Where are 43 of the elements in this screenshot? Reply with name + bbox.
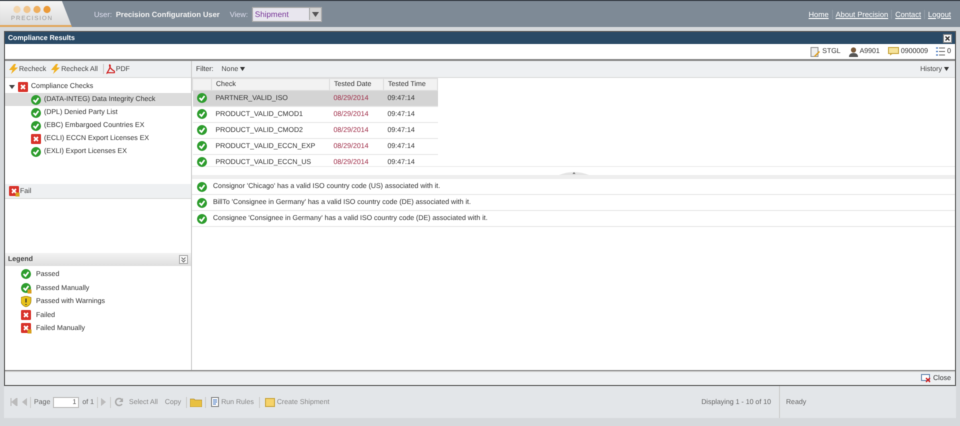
- check-circle-icon: [196, 156, 206, 166]
- caret-icon: [944, 67, 949, 71]
- collapse-icon[interactable]: [179, 255, 188, 264]
- note-icon: [888, 47, 899, 56]
- check-lock-icon: [21, 282, 32, 294]
- check-circle-icon: [197, 182, 207, 192]
- next-page-icon[interactable]: [101, 398, 108, 406]
- close-window-icon: [921, 374, 932, 383]
- expand-triangle-icon[interactable]: [9, 84, 15, 90]
- check-circle-icon: [196, 124, 206, 134]
- clipboard-icon: [211, 397, 220, 407]
- pdf-icon: [106, 64, 115, 74]
- x-lock-icon: [21, 323, 32, 334]
- view-dropdown[interactable]: Shipment: [252, 6, 322, 22]
- x-mark-icon: [31, 134, 41, 144]
- check-circle-icon: [31, 120, 41, 130]
- check-circle-icon: [31, 146, 41, 156]
- check-circle-icon: [197, 214, 207, 224]
- person-icon: [848, 46, 858, 56]
- check-circle-icon: [21, 269, 32, 280]
- check-circle-icon: [196, 108, 206, 118]
- check-circle-icon: [196, 92, 206, 102]
- first-page-icon[interactable]: [10, 398, 18, 406]
- caret-icon: [312, 12, 319, 16]
- check-circle-icon: [196, 140, 206, 150]
- folder-icon[interactable]: [190, 397, 202, 407]
- logo-dots-icon: [13, 4, 51, 14]
- refresh-icon[interactable]: [114, 397, 124, 407]
- x-lock-icon: [9, 186, 20, 196]
- previous-page-icon[interactable]: [21, 398, 27, 406]
- check-circle-icon: [31, 108, 41, 118]
- lightning-icon: [51, 64, 60, 74]
- x-mark-icon: [21, 310, 32, 321]
- list-icon: [936, 47, 946, 56]
- warning-shield-icon: [21, 296, 32, 308]
- caret-icon: [240, 67, 246, 71]
- check-circle-icon: [31, 94, 41, 104]
- check-circle-icon: [197, 198, 207, 208]
- close-icon[interactable]: [943, 34, 952, 42]
- x-mark-icon: [18, 82, 28, 92]
- document-icon: [810, 46, 820, 56]
- lightning-icon: [9, 64, 18, 74]
- note-icon: [264, 398, 275, 406]
